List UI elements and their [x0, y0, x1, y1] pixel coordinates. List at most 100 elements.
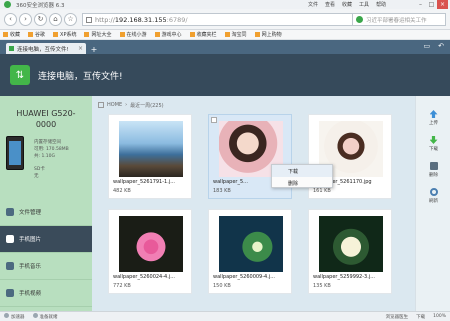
sd-value: 无 — [34, 174, 39, 179]
favorite-item[interactable]: 网址大全 — [84, 31, 112, 38]
photo-thumbnail[interactable] — [319, 216, 383, 272]
web-directory-icon — [84, 32, 90, 37]
folder-icon — [6, 208, 14, 216]
tab-favicon-icon — [9, 46, 14, 51]
tab-active[interactable]: 连接电脑，互传文件! × — [6, 43, 86, 54]
photo-filesize: 772 KB — [113, 283, 131, 289]
photo-filename: wallpaper_5261791-1.j... — [113, 179, 175, 185]
photo-card[interactable]: wallpaper_5260009-4.j... 150 KB — [208, 209, 292, 294]
google-icon — [28, 32, 34, 37]
context-menu-download[interactable]: 下载 — [272, 165, 332, 177]
tab-tools: ▭ ↶ — [424, 42, 445, 50]
favorite-item[interactable]: 游戏中心 — [154, 31, 182, 38]
minimize-icon[interactable]: – — [415, 0, 426, 9]
photo-filename: wallpaper_5259992-3.j... — [313, 274, 375, 280]
tab-close-icon[interactable]: × — [78, 45, 83, 52]
address-input[interactable]: http:// 192.168.31.155 :6789/ — [82, 13, 382, 26]
tab-list-icon[interactable]: ▭ — [424, 42, 431, 50]
favorite-item[interactable]: 网上购物 — [254, 31, 282, 38]
video-icon — [6, 289, 14, 297]
photo-filesize: 150 KB — [213, 283, 231, 289]
accelerator-status[interactable]: 加速器 — [4, 313, 25, 320]
breadcrumb: HOME › 最近一周(225) — [98, 100, 164, 110]
photo-card[interactable]: wallpaper_5260024-4.j... 772 KB — [108, 209, 192, 294]
phone-icon — [6, 136, 24, 170]
search-placeholder: 习近平部署春运相关工作 — [366, 17, 427, 24]
download-button[interactable]: 下载 — [416, 136, 450, 152]
storage-info: 内置存储空间 可用: 170.58MB 共: 1.10G — [34, 139, 69, 160]
favorite-item[interactable]: 淘宝同 — [224, 31, 247, 38]
game-icon — [119, 32, 125, 37]
sidebar-item-file-manager[interactable]: 文件管理 — [0, 199, 92, 226]
context-menu: 下载 删除 — [271, 164, 333, 188]
xp-icon — [53, 32, 59, 37]
search-engine-icon — [356, 16, 363, 23]
favorites-bar: 收藏 谷歌 XP系统 网址大全 在线小游 游戏中心 收藏夹栏 淘宝同 网上购物 — [0, 30, 450, 40]
photo-card[interactable]: wallpaper_5261791-1.j... 482 KB — [108, 114, 192, 199]
browser-doctor[interactable]: 浏览器医生 — [386, 314, 409, 320]
home-icon[interactable] — [98, 102, 104, 108]
new-tab-icon[interactable]: + — [88, 44, 100, 54]
menu-view[interactable]: 查看 — [325, 1, 335, 8]
photo-thumbnail[interactable] — [119, 121, 183, 177]
sidebar-item-label: 手机音乐 — [19, 264, 42, 270]
menu-tools[interactable]: 工具 — [359, 1, 369, 8]
search-input[interactable]: 习近平部署春运相关工作 — [352, 13, 446, 26]
browser-title-bar: 360安全浏览器 6.3 文件 查看 收藏 工具 帮助 – □ × — [0, 0, 450, 9]
home-icon[interactable]: ⌂ — [49, 12, 62, 26]
delete-button[interactable]: 删除 — [416, 162, 450, 178]
sidebar-item-videos[interactable]: 手机视频 — [0, 280, 92, 307]
status-right: 浏览器医生 下载 100% — [386, 314, 446, 320]
photo-filename: wallpaper_5... — [213, 179, 248, 185]
back-icon[interactable]: ‹ — [4, 12, 17, 26]
download-label: 下载 — [429, 147, 438, 152]
window-controls: – □ × — [415, 0, 448, 9]
close-icon[interactable]: × — [437, 0, 448, 9]
undo-close-icon[interactable]: ↶ — [438, 42, 444, 50]
favorite-item[interactable]: 谷歌 — [28, 31, 45, 38]
sidebar-item-label: 手机视频 — [19, 291, 42, 297]
bookmark-star-icon[interactable]: ☆ — [64, 12, 77, 26]
device-name: HUAWEI G520-0000 — [16, 109, 76, 129]
tab-bar: 连接电脑，互传文件! × + ▭ ↶ — [0, 40, 450, 54]
photo-thumbnail[interactable] — [119, 216, 183, 272]
favorite-item[interactable]: XP系统 — [53, 31, 76, 38]
sidebar-item-label: 文件管理 — [19, 210, 42, 216]
context-menu-delete[interactable]: 删除 — [272, 177, 332, 189]
menu-file[interactable]: 文件 — [308, 1, 318, 8]
url-protocol: http:// — [95, 15, 115, 24]
storage-total: 共: 1.10G — [34, 154, 55, 159]
breadcrumb-separator: › — [125, 102, 128, 108]
menu-help[interactable]: 帮助 — [376, 1, 386, 8]
photo-filename: wallpaper_5260009-4.j... — [213, 274, 275, 280]
sidebar-item-music[interactable]: 手机音乐 — [0, 253, 92, 280]
maximize-icon[interactable]: □ — [426, 0, 437, 9]
photo-thumbnail[interactable] — [219, 216, 283, 272]
photo-filesize: 183 KB — [213, 188, 231, 194]
upload-label: 上传 — [429, 121, 438, 126]
browser-logo-icon — [4, 1, 11, 8]
download-manager[interactable]: 下载 — [416, 314, 425, 320]
favorite-item[interactable]: 收藏 — [3, 31, 20, 38]
app-header: ⇅ 连接电脑，互传文件! — [0, 54, 450, 96]
menu-favorites[interactable]: 收藏 — [342, 1, 352, 8]
forward-icon[interactable]: › — [19, 12, 32, 26]
url-port: :6789/ — [166, 15, 188, 24]
upload-button[interactable]: 上传 — [416, 110, 450, 126]
browser-status-bar: 加速器 准备就绪 浏览器医生 下载 100% — [0, 311, 450, 321]
breadcrumb-home[interactable]: HOME — [107, 102, 122, 108]
favorite-item[interactable]: 收藏夹栏 — [189, 31, 217, 38]
sidebar-menu: 文件管理 手机图片 手机音乐 手机视频 — [0, 199, 92, 307]
refresh-icon[interactable]: ↻ — [34, 12, 47, 26]
photo-card[interactable]: wallpaper_5259992-3.j... 135 KB — [308, 209, 392, 294]
favorite-item[interactable]: 在线小游 — [119, 31, 147, 38]
accelerator-icon — [4, 313, 9, 318]
browser-menu-bar: 文件 查看 收藏 工具 帮助 — [308, 1, 386, 8]
select-checkbox[interactable] — [211, 117, 217, 123]
storage-label: 内置存储空间 — [34, 140, 61, 145]
browser-title: 360安全浏览器 6.3 — [16, 2, 65, 9]
sidebar-item-photos[interactable]: 手机图片 — [0, 226, 92, 253]
zoom-level[interactable]: 100% — [433, 314, 446, 319]
refresh-button[interactable]: 刷新 — [416, 188, 450, 204]
sd-card-info: SD卡 无 — [34, 166, 45, 180]
